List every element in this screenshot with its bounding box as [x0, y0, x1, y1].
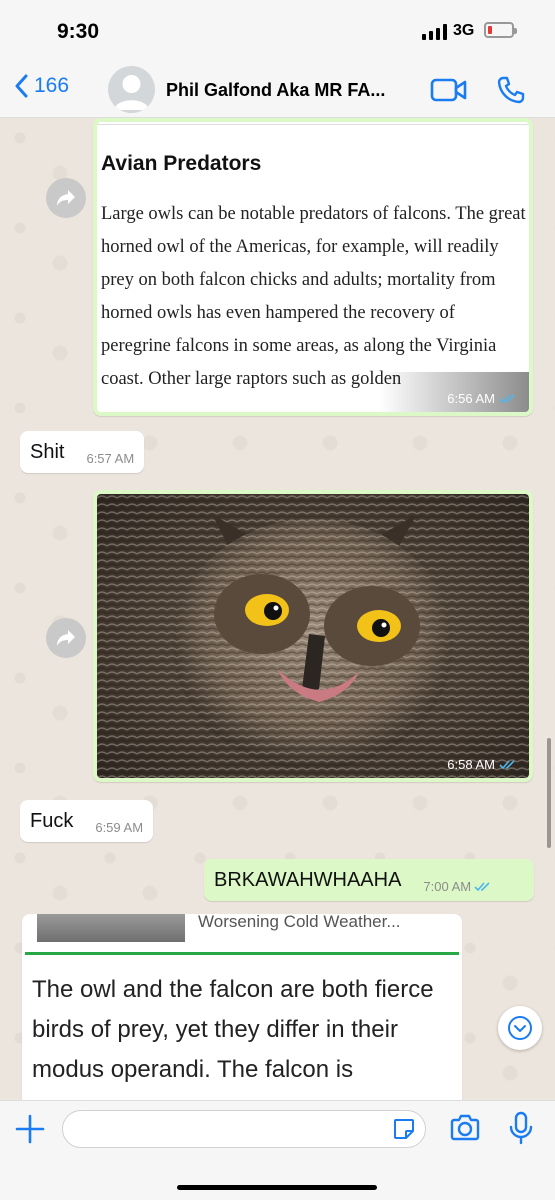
owl-photo[interactable]: 6:58 AM	[97, 494, 529, 778]
forward-button[interactable]	[46, 178, 86, 218]
scrollbar[interactable]	[547, 738, 551, 848]
unread-count: 166	[34, 74, 70, 97]
preview-thumbnail	[37, 914, 185, 942]
status-time: 9:30	[57, 20, 100, 43]
time-text: 6:56 AM	[447, 391, 495, 406]
network-type: 3G	[453, 22, 475, 39]
message-time: 6:58 AM	[447, 757, 517, 772]
message-text: Fuck	[30, 809, 74, 832]
preview-title: Worsening Cold Weather...	[198, 914, 401, 931]
status-bar: 9:30 3G	[0, 0, 555, 62]
input-bar	[0, 1100, 555, 1200]
message-time: 6:59 AM	[95, 819, 144, 835]
incoming-message[interactable]: Shit 6:57 AM	[20, 431, 145, 473]
message-text: BRKAWAHWHAAHA	[214, 868, 402, 891]
chat-area[interactable]: Avian Predators Large owls can be notabl…	[0, 118, 555, 1100]
camera-icon[interactable]	[449, 1113, 481, 1143]
home-indicator	[177, 1185, 377, 1190]
chevron-left-icon	[15, 74, 28, 98]
phone-call-icon[interactable]	[496, 75, 526, 105]
preview-text: The owl and the falcon are both fierce b…	[32, 976, 434, 1083]
chevron-down-icon	[508, 1016, 532, 1040]
forward-icon	[57, 190, 75, 206]
double-check-icon	[474, 881, 490, 891]
sticker-icon[interactable]	[392, 1117, 416, 1141]
avatar[interactable]	[108, 66, 155, 113]
microphone-icon[interactable]	[508, 1111, 534, 1145]
double-check-icon	[499, 760, 515, 770]
article-screenshot-message[interactable]: Avian Predators Large owls can be notabl…	[93, 118, 533, 416]
owl-image	[97, 494, 529, 778]
incoming-message[interactable]: Fuck 6:59 AM	[20, 800, 154, 842]
divider	[97, 124, 529, 125]
video-call-icon[interactable]	[430, 76, 468, 104]
scroll-to-bottom-button[interactable]	[498, 1006, 542, 1050]
default-avatar-icon	[114, 75, 149, 110]
battery-icon	[484, 22, 517, 38]
back-button[interactable]: 166	[14, 74, 69, 98]
message-time: 6:56 AM	[447, 391, 517, 406]
double-check-icon	[499, 394, 515, 404]
signal-icon	[422, 24, 447, 40]
message-input[interactable]	[62, 1110, 426, 1148]
preview-divider	[25, 952, 459, 955]
time-text: 6:58 AM	[447, 757, 495, 772]
link-preview-message[interactable]: Worsening Cold Weather... The owl and th…	[22, 914, 462, 1100]
time-text: 7:00 AM	[423, 878, 472, 894]
article-heading: Avian Predators	[101, 152, 262, 175]
chat-title[interactable]: Phil Galfond Aka MR FA...	[166, 80, 416, 101]
message-text: Shit	[30, 440, 65, 463]
photo-message[interactable]: 6:58 AM	[93, 490, 533, 782]
forward-icon	[57, 630, 75, 646]
plus-icon[interactable]	[14, 1113, 46, 1145]
forward-button[interactable]	[46, 618, 86, 658]
chat-header: 166 Phil Galfond Aka MR FA...	[0, 62, 555, 118]
article-body: Large owls can be notable predators of f…	[101, 204, 526, 389]
message-time: 7:00 AM	[423, 879, 492, 894]
article-screenshot: Avian Predators Large owls can be notabl…	[97, 122, 529, 412]
message-time: 6:57 AM	[86, 450, 135, 466]
outgoing-message[interactable]: BRKAWAHWHAAHA 7:00 AM	[204, 859, 534, 901]
